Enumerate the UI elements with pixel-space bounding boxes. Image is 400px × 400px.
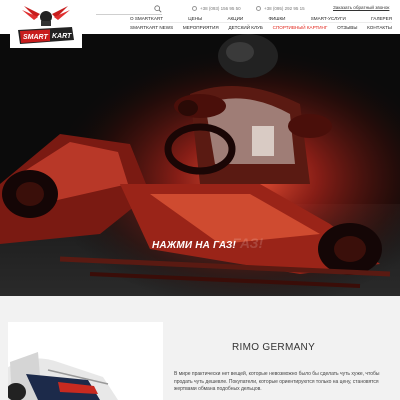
nav-item-about[interactable]: О SMARTKART <box>130 16 163 21</box>
svg-text:SMART: SMART <box>23 34 48 41</box>
nav-divider <box>130 22 392 23</box>
search-icon[interactable] <box>154 5 162 13</box>
svg-text:KART: KART <box>52 33 72 40</box>
phone-icon <box>256 6 261 11</box>
page: { "header": { "search_placeholder": "", … <box>0 0 400 400</box>
nav-item-reviews[interactable]: ОТЗЫВЫ <box>337 25 357 30</box>
hero-banner: ГАЗ! НАЖМИ НА ГАЗ! <box>0 34 400 296</box>
nav-secondary: SMARTKART NEWS МЕРОПРИЯТИЯ ДЕТСКИЙ КЛУБ … <box>130 25 392 30</box>
nav-item-news[interactable]: SMARTKART NEWS <box>130 25 173 30</box>
nav-item-contacts[interactable]: КОНТАКТЫ <box>367 25 392 30</box>
nav-item-services[interactable]: SMART-УСЛУГИ <box>311 16 346 21</box>
svg-text:ГАЗ!: ГАЗ! <box>232 235 263 251</box>
nav-item-promotions[interactable]: АКЦИИ <box>227 16 243 21</box>
nav-item-prices[interactable]: ЦЕНЫ <box>188 16 202 21</box>
kart-product-image <box>4 352 118 400</box>
phone-2-text: +38 (095) 292 95 15 <box>264 6 305 11</box>
nav-primary: О SMARTKART ЦЕНЫ АКЦИИ ФИШКИ SMART-УСЛУГ… <box>130 16 392 21</box>
search-box[interactable] <box>96 5 162 22</box>
hero-kart-image: ГАЗ! <box>0 34 400 296</box>
section-title: RIMO GERMANY <box>232 342 316 353</box>
smartkart-logo[interactable]: SMART KART <box>10 0 82 48</box>
nav-item-kids-club[interactable]: ДЕТСКИЙ КЛУБ <box>228 25 262 30</box>
phone-icon <box>192 6 197 11</box>
callback-link[interactable]: Заказать обратный звонок <box>333 5 389 10</box>
nav-item-events[interactable]: МЕРОПРИЯТИЯ <box>183 25 219 30</box>
nav-item-gallery[interactable]: ГАЛЕРЕЯ <box>371 16 392 21</box>
nav-item-sport-karting[interactable]: СПОРТИВНЫЙ КАРТИНГ <box>273 25 328 30</box>
site-header: SMART KART +38 (093) 156 95 50 +38 (095)… <box>0 0 400 48</box>
phone-2[interactable]: +38 (095) 292 95 15 <box>256 6 305 11</box>
phone-1[interactable]: +38 (093) 156 95 50 <box>192 6 241 11</box>
phone-1-text: +38 (093) 156 95 50 <box>200 6 241 11</box>
nav-item-features[interactable]: ФИШКИ <box>268 16 285 21</box>
section-text: В мире практически нет вещей, которые не… <box>174 371 380 393</box>
product-image-card <box>4 322 163 400</box>
hero-title: НАЖМИ НА ГАЗ! <box>152 240 237 251</box>
